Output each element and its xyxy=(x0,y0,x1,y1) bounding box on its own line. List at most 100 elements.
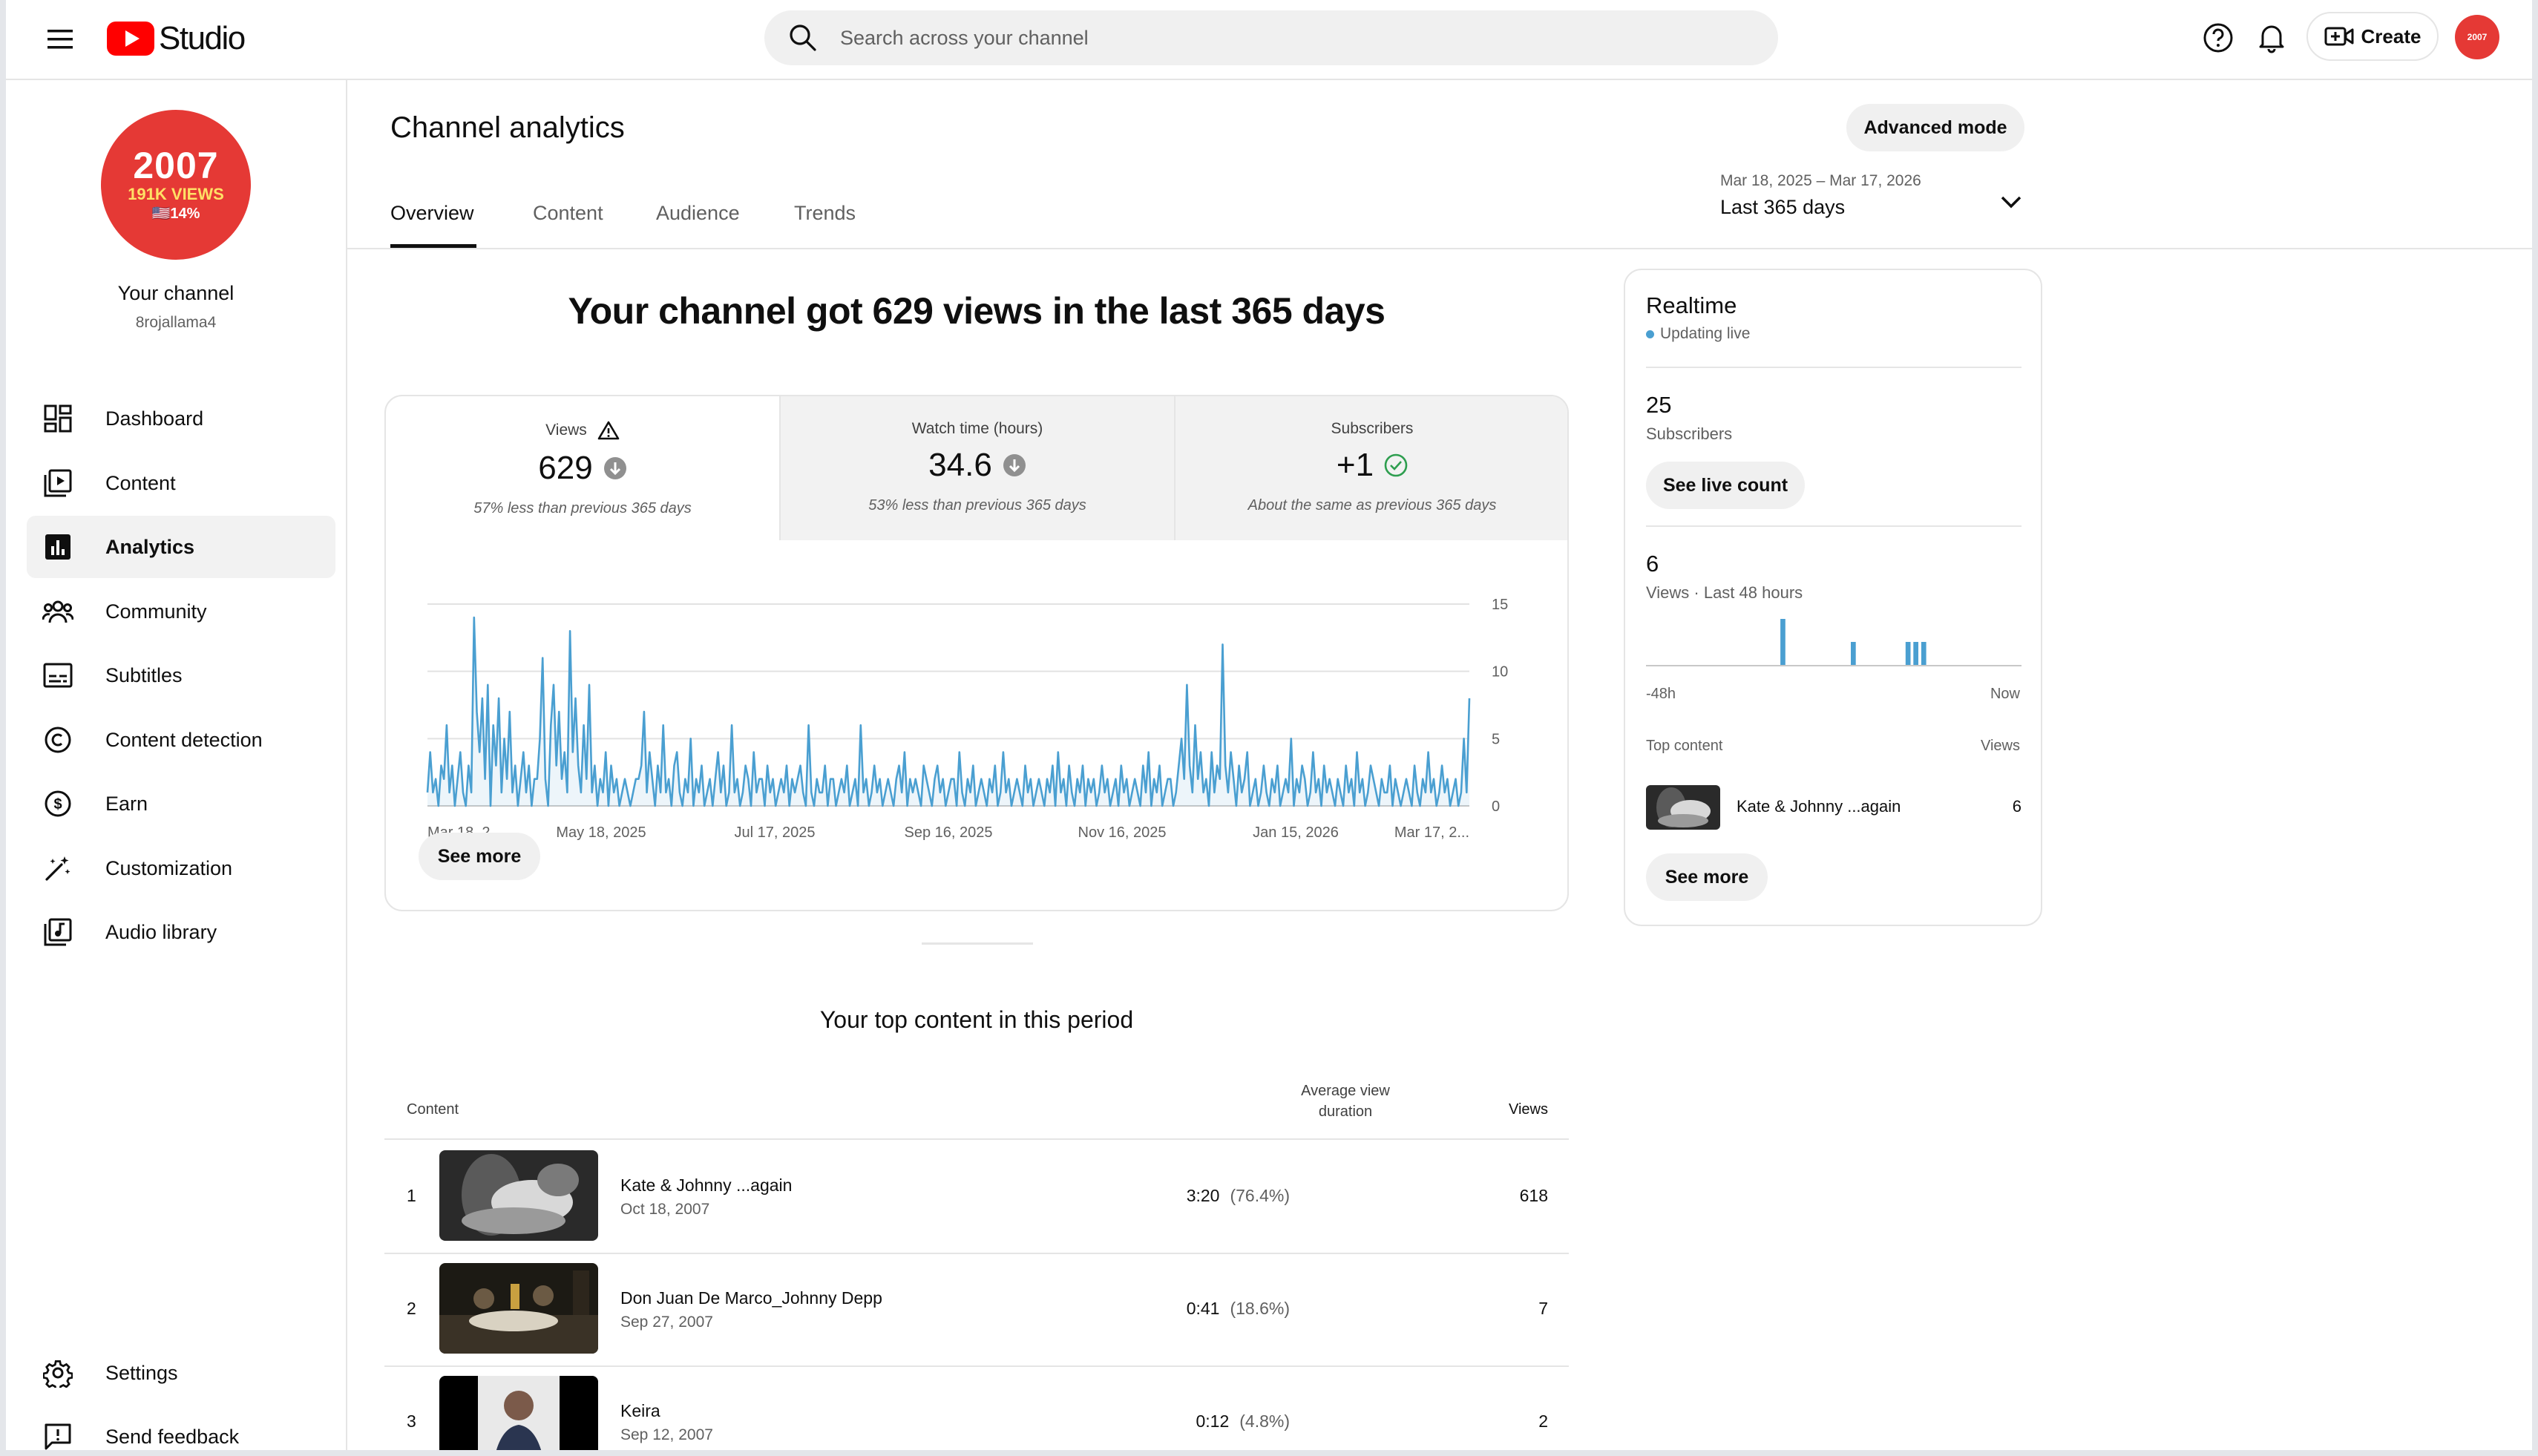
avg-view-duration: 0:12 (4.8%) xyxy=(1196,1411,1290,1432)
channel-avatar[interactable]: 2007 191K VIEWS 🇺🇸14% xyxy=(101,110,251,260)
realtime-subscribers-value: 25 xyxy=(1646,392,1672,418)
views-chart[interactable]: 051015Mar 18, 2...May 18, 2025Jul 17, 20… xyxy=(416,589,1529,842)
realtime-axis-start: -48h xyxy=(1646,686,1676,702)
x-tick-label: Mar 17, 2... xyxy=(1394,824,1469,841)
x-tick-label: May 18, 2025 xyxy=(556,824,646,841)
sidebar-item-settings[interactable]: Settings xyxy=(27,1342,335,1404)
see-live-count-button[interactable]: See live count xyxy=(1646,462,1805,509)
realtime-title: Realtime xyxy=(1646,292,1737,318)
trend-down-icon xyxy=(603,456,627,480)
tab-content[interactable]: Content xyxy=(533,202,603,225)
search-icon[interactable] xyxy=(787,22,819,54)
create-button[interactable]: Create xyxy=(2306,12,2439,61)
duration-value: 0:41 xyxy=(1186,1299,1220,1318)
tab-audience[interactable]: Audience xyxy=(656,202,740,225)
realtime-top-item[interactable]: Kate & Johnny ...again 6 xyxy=(1646,785,2021,830)
video-title[interactable]: Kate & Johnny ...again xyxy=(1737,797,1901,816)
date-range-picker[interactable]: Mar 18, 2025 – Mar 17, 2026 Last 365 day… xyxy=(1720,172,1921,219)
search-bar[interactable]: Search across your channel xyxy=(764,10,1778,65)
column-header-content: Content xyxy=(407,1101,459,1118)
notifications-bell-icon[interactable] xyxy=(2253,19,2290,56)
svg-text:$: $ xyxy=(53,796,62,813)
video-thumbnail[interactable] xyxy=(439,1376,598,1450)
tab-trends[interactable]: Trends xyxy=(794,202,856,225)
video-title[interactable]: Don Juan De Marco_Johnny Depp xyxy=(620,1288,882,1308)
account-avatar[interactable]: 2007 xyxy=(2455,15,2499,59)
realtime-bar[interactable] xyxy=(1905,642,1911,665)
realtime-bar[interactable] xyxy=(1851,642,1856,665)
chevron-down-icon[interactable] xyxy=(1995,186,2027,218)
overview-headline: Your channel got 629 views in the last 3… xyxy=(568,290,1386,332)
dashboard-icon xyxy=(42,402,74,435)
video-thumbnail[interactable] xyxy=(439,1150,598,1241)
table-row[interactable]: 3 Keira Sep 12, 2007 0:12 (4.8%) 2 xyxy=(384,1365,1569,1450)
realtime-bar[interactable] xyxy=(1780,619,1786,665)
sidebar-item-label: Customization xyxy=(105,856,233,879)
realtime-subscribers-label: Subscribers xyxy=(1646,424,1733,443)
see-more-button[interactable]: See more xyxy=(419,833,540,880)
sidebar-item-analytics[interactable]: Analytics xyxy=(27,516,335,578)
x-tick-label: Jul 17, 2025 xyxy=(735,824,816,841)
sidebar-item-label: Earn xyxy=(105,792,148,815)
search-input[interactable]: Search across your channel xyxy=(840,27,1089,50)
sidebar-item-community[interactable]: Community xyxy=(27,580,335,643)
studio-app: Studio Search across your channel Create… xyxy=(6,0,2532,1450)
realtime-views-bar-chart[interactable] xyxy=(1646,613,2021,666)
video-title[interactable]: Kate & Johnny ...again xyxy=(620,1175,792,1196)
dollar-icon: $ xyxy=(42,787,74,820)
sidebar-item-send-feedback[interactable]: Send feedback xyxy=(27,1406,335,1450)
realtime-see-more-button[interactable]: See more xyxy=(1646,853,1768,901)
duration-percent: (4.8%) xyxy=(1239,1411,1290,1431)
metric-comparison: 57% less than previous 365 days xyxy=(473,500,692,517)
account-avatar-text: 2007 xyxy=(2467,32,2488,42)
help-icon[interactable] xyxy=(2200,19,2237,56)
video-date: Sep 27, 2007 xyxy=(620,1314,713,1331)
video-add-icon xyxy=(2324,27,2354,46)
views-line-chart[interactable]: 051015Mar 18, 2...May 18, 2025Jul 17, 20… xyxy=(416,589,1529,842)
sidebar-item-label: Analytics xyxy=(105,535,195,558)
sidebar-item-label: Content detection xyxy=(105,728,263,751)
video-thumbnail[interactable] xyxy=(1646,785,1720,830)
section-divider xyxy=(922,942,1033,945)
table-row[interactable]: 2 Don Juan De Marco_Johnny Depp Sep 27, … xyxy=(384,1253,1569,1367)
video-views: 2 xyxy=(1538,1411,1548,1431)
metric-watch-time[interactable]: Watch time (hours) 34.6 53% less than pr… xyxy=(781,396,1174,540)
subtitles-icon xyxy=(42,659,74,692)
channel-handle: 8rojallama4 xyxy=(135,314,217,331)
sidebar-item-earn[interactable]: $ Earn xyxy=(27,773,335,835)
video-date: Sep 12, 2007 xyxy=(620,1426,713,1443)
row-rank: 3 xyxy=(407,1411,416,1431)
metric-views[interactable]: Views 629 57% less than previous 365 day… xyxy=(386,396,779,540)
sidebar-item-content[interactable]: Content xyxy=(27,452,335,514)
sidebar-item-label: Send feedback xyxy=(105,1425,240,1448)
metric-subscribers[interactable]: Subscribers +1 About the same as previou… xyxy=(1175,396,1567,540)
sidebar-item-dashboard[interactable]: Dashboard xyxy=(27,387,335,450)
gear-icon xyxy=(42,1357,74,1389)
realtime-bar[interactable] xyxy=(1913,642,1918,665)
advanced-mode-button[interactable]: Advanced mode xyxy=(1846,104,2024,151)
date-range-dates: Mar 18, 2025 – Mar 17, 2026 xyxy=(1720,172,1921,189)
check-circle-icon xyxy=(1384,453,1408,477)
menu-icon[interactable] xyxy=(42,21,79,58)
studio-logo[interactable]: Studio xyxy=(107,16,246,61)
duration-value: 0:12 xyxy=(1196,1411,1230,1431)
metric-comparison: 53% less than previous 365 days xyxy=(868,497,1086,514)
sidebar-item-customization[interactable]: Customization xyxy=(27,837,335,899)
metric-label: Subscribers xyxy=(1331,420,1414,437)
sidebar-item-subtitles[interactable]: Subtitles xyxy=(27,644,335,706)
warning-icon[interactable] xyxy=(597,420,620,441)
sidebar-item-content-detection[interactable]: Content detection xyxy=(27,709,335,771)
column-header-avd[interactable]: Average view duration xyxy=(1290,1080,1401,1122)
tab-overview[interactable]: Overview xyxy=(390,202,474,225)
realtime-divider xyxy=(1646,525,2021,527)
metric-value: 629 xyxy=(538,450,593,486)
video-title[interactable]: Keira xyxy=(620,1401,660,1421)
video-thumbnail[interactable] xyxy=(439,1263,598,1354)
realtime-views-label: Views · Last 48 hours xyxy=(1646,583,1803,602)
create-button-label: Create xyxy=(2361,24,2421,47)
realtime-top-content-label: Top content xyxy=(1646,738,1723,754)
realtime-bar[interactable] xyxy=(1921,642,1927,665)
sidebar-item-audio-library[interactable]: Audio library xyxy=(27,901,335,963)
column-header-views[interactable]: Views xyxy=(1509,1101,1548,1118)
table-row[interactable]: 1 Kate & Johnny ...again Oct 18, 2007 3:… xyxy=(384,1140,1569,1254)
